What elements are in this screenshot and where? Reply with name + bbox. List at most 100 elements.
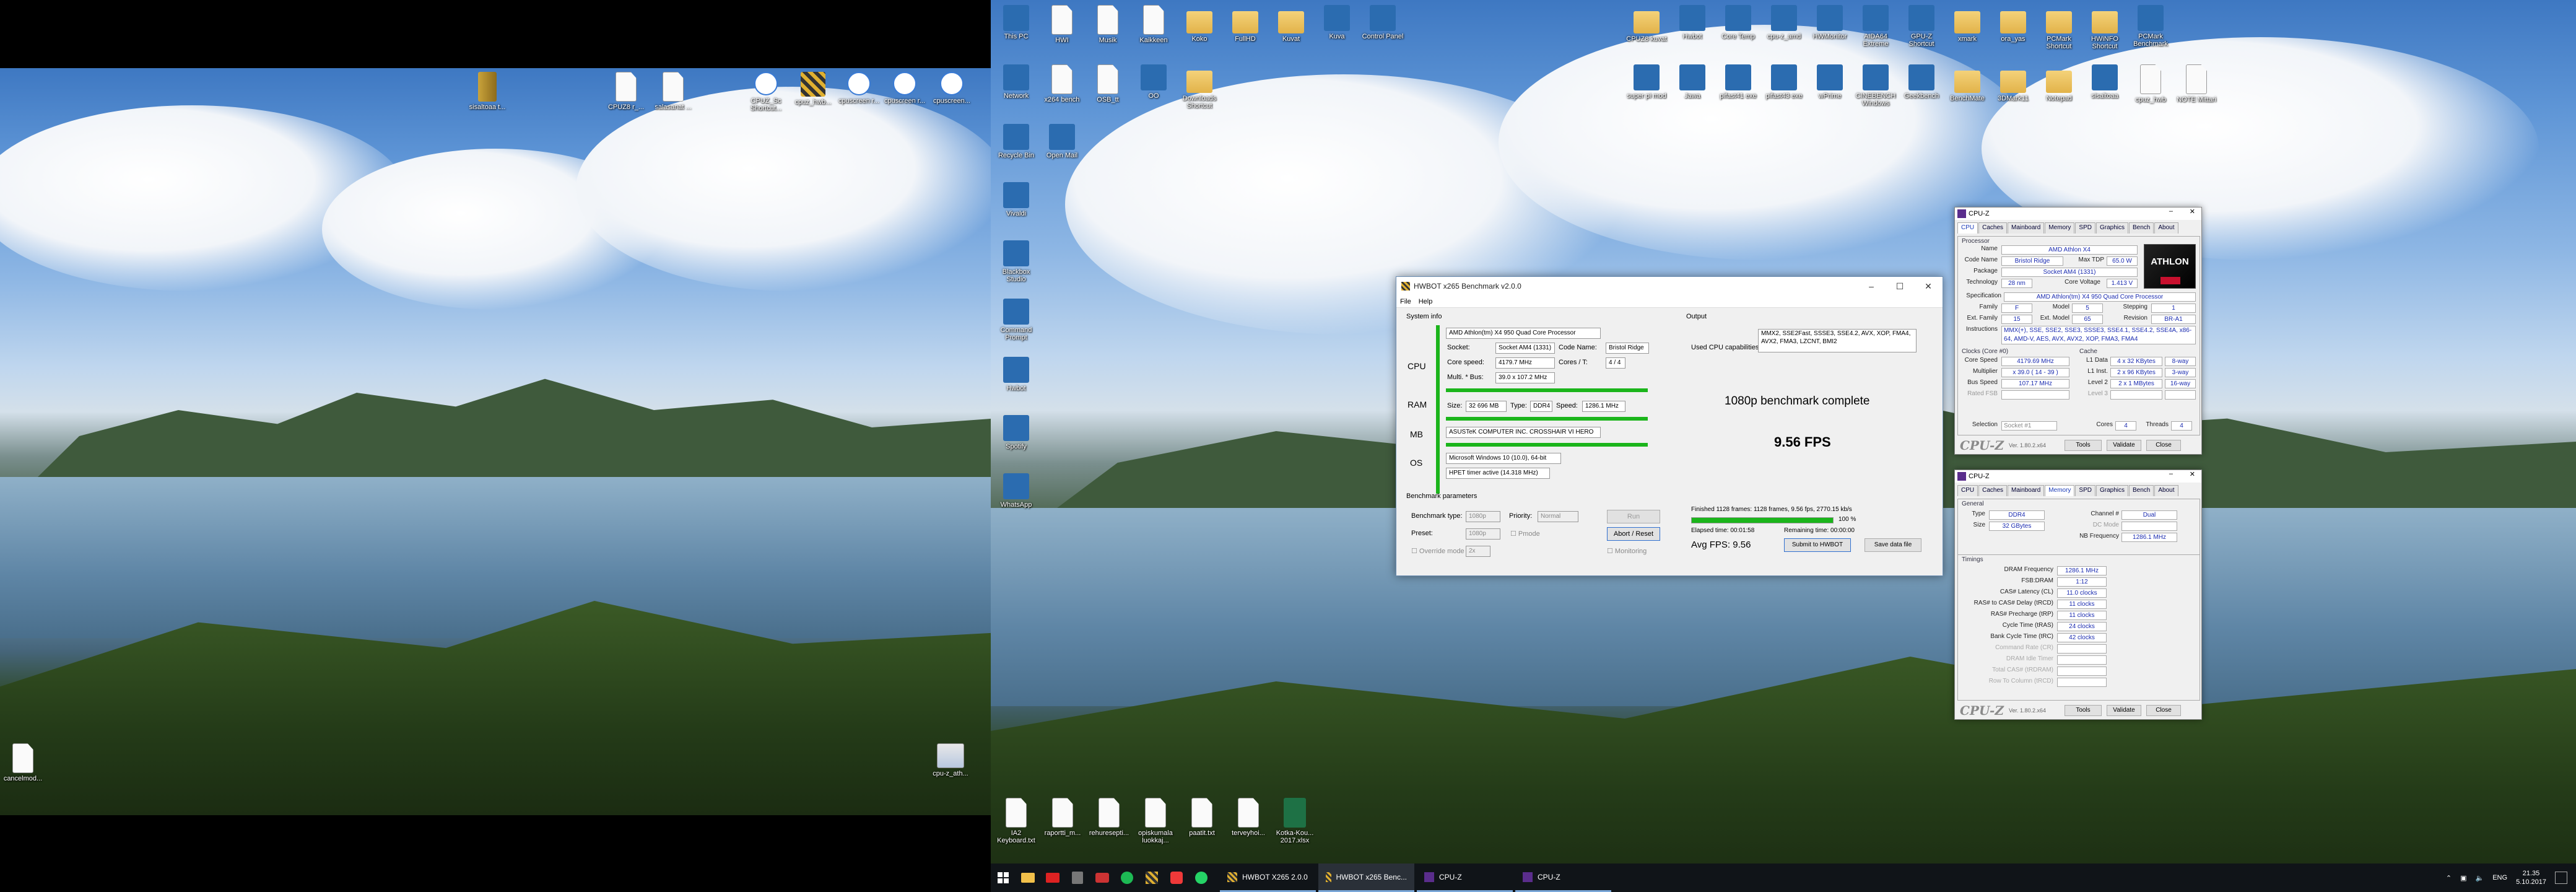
desktop-icon[interactable]: Hwbot: [993, 357, 1039, 416]
desktop-icon[interactable]: cpuscreen...: [929, 72, 975, 131]
desktop-icon[interactable]: cpu-z_amd: [1761, 5, 1807, 64]
desktop-icon[interactable]: Musik: [1085, 5, 1131, 64]
desktop-icon[interactable]: Recycle Bin: [993, 124, 1039, 183]
desktop-icon[interactable]: paatit.txt: [1179, 798, 1225, 857]
taskbar-whatsapp-icon[interactable]: [1189, 864, 1214, 892]
selection-dropdown[interactable]: Socket #1: [2001, 421, 2057, 431]
desktop-icon[interactable]: cpuscreen r...: [882, 72, 928, 131]
validate-button[interactable]: Validate: [2107, 705, 2141, 716]
bench-type-select[interactable]: 1080p: [1466, 511, 1500, 522]
taskbar-media-icon[interactable]: [1090, 864, 1115, 892]
tab-about[interactable]: About: [2154, 222, 2178, 234]
desktop-icon[interactable]: IA2 Keyboard.txt: [993, 798, 1039, 857]
desktop-icon[interactable]: Command Prompt: [993, 299, 1039, 358]
desktop-icon[interactable]: NOTE Mittari: [2174, 64, 2219, 124]
taskbar-window-button[interactable]: CPU-Z: [1417, 864, 1513, 892]
tab-cpu[interactable]: CPU: [1957, 222, 1978, 234]
preset-select[interactable]: 1080p: [1466, 528, 1500, 540]
desktop-icon[interactable]: wPrime: [1807, 64, 1853, 124]
taskbar-mail-icon[interactable]: [1040, 864, 1065, 892]
network-icon[interactable]: ▣: [2460, 874, 2466, 882]
desktop-icon[interactable]: This PC: [993, 5, 1039, 64]
override-checkbox[interactable]: ☐ Override mode: [1411, 547, 1464, 555]
desktop-icon[interactable]: Kotka-Kou... 2017.xlsx: [1272, 798, 1318, 857]
desktop-icon[interactable]: FullHD: [1222, 5, 1268, 64]
desktop-icon[interactable]: AIDA64 Extreme: [1853, 5, 1899, 64]
close-button[interactable]: ✕: [2190, 470, 2195, 478]
override-select[interactable]: 2x: [1466, 546, 1490, 557]
desktop-icon[interactable]: CPUZ8 kuvat: [1624, 5, 1669, 64]
desktop-icon[interactable]: GPU-Z Shortcut: [1899, 5, 1944, 64]
menu-help[interactable]: Help: [1419, 298, 1433, 305]
close-button[interactable]: Close: [2146, 705, 2181, 716]
desktop-icon[interactable]: cpuz_hwb: [2128, 64, 2174, 124]
desktop-icon[interactable]: PCMark Benchmark: [2128, 5, 2174, 64]
desktop-icon[interactable]: cpuscreen r...: [836, 72, 882, 131]
desktop-icon[interactable]: xmark: [1944, 5, 1990, 64]
language-indicator[interactable]: ENG: [2492, 874, 2507, 881]
monitoring-checkbox[interactable]: ☐ Monitoring: [1607, 547, 1647, 555]
desktop-icon[interactable]: super pi mod: [1624, 64, 1669, 124]
volume-icon[interactable]: 🔈: [2476, 874, 2484, 882]
start-button[interactable]: [991, 864, 1016, 892]
validate-button[interactable]: Validate: [2107, 440, 2141, 451]
desktop-icon[interactable]: HWiNFO Shortcut: [2082, 5, 2128, 64]
desktop-icon[interactable]: pifast41 exe: [1715, 64, 1761, 124]
notifications-icon[interactable]: [2555, 872, 2567, 884]
chevron-up-icon[interactable]: ⌃: [2446, 874, 2452, 882]
tab-bench[interactable]: Bench: [2129, 485, 2154, 496]
desktop-icon[interactable]: pifast43 exe: [1761, 64, 1807, 124]
desktop-icon[interactable]: rehuresepti...: [1086, 798, 1132, 857]
desktop-icon[interactable]: Koko: [1177, 5, 1222, 64]
desktop-icon[interactable]: OO: [1131, 64, 1177, 124]
desktop-icon[interactable]: CPUZ8 r_...: [603, 72, 649, 131]
desktop-icon[interactable]: CPUZ_Sc Shortcut...: [743, 72, 789, 131]
desktop-icon[interactable]: sisaltoaa: [2082, 64, 2128, 124]
desktop-icon[interactable]: cpu-z_ath...: [928, 743, 973, 803]
close-button[interactable]: Close: [2146, 440, 2181, 451]
taskbar-vivaldi-icon[interactable]: [1164, 864, 1189, 892]
maximize-button[interactable]: ☐: [1886, 277, 1914, 295]
tab-memory[interactable]: Memory: [2045, 485, 2075, 496]
tools-button[interactable]: Tools: [2065, 440, 2102, 451]
tab-caches[interactable]: Caches: [1978, 485, 2008, 496]
minimize-button[interactable]: –: [2169, 470, 2173, 478]
taskbar-window-button[interactable]: HWBOT x265 Benc...: [1318, 864, 1414, 892]
desktop-icon[interactable]: x264 bench: [1039, 64, 1085, 124]
desktop-icon[interactable]: cancelmod...: [0, 743, 46, 803]
desktop-icon[interactable]: Hwbot: [1669, 5, 1715, 64]
priority-select[interactable]: Normal: [1538, 511, 1578, 522]
desktop-icon[interactable]: Control Panel: [1360, 5, 1406, 64]
desktop-icon[interactable]: Notepad: [2036, 64, 2082, 124]
minimize-button[interactable]: –: [2169, 208, 2173, 215]
desktop-icon[interactable]: OSB_tt: [1085, 64, 1131, 124]
desktop-icon[interactable]: CINEBENCH Windows: [1853, 64, 1899, 124]
pmode-checkbox[interactable]: ☐ Pmode: [1510, 530, 1540, 538]
desktop-icon[interactable]: raportti_m...: [1040, 798, 1086, 857]
desktop-icon[interactable]: sisaltoaa t...: [464, 72, 510, 131]
taskbar-folder-icon[interactable]: [1016, 864, 1040, 892]
tab-mainboard[interactable]: Mainboard: [2008, 222, 2045, 234]
desktop-icon[interactable]: Geekbench: [1899, 64, 1944, 124]
desktop-icon[interactable]: Kuva: [1314, 5, 1360, 64]
desktop-icon[interactable]: 3DMark11: [1990, 64, 2036, 124]
minimize-button[interactable]: –: [1857, 277, 1886, 295]
tab-graphics[interactable]: Graphics: [2095, 222, 2128, 234]
close-button[interactable]: ✕: [2190, 208, 2195, 216]
desktop-icon[interactable]: Network: [993, 64, 1039, 124]
desktop-icon[interactable]: PCMark Shortcut: [2036, 5, 2082, 64]
submit-hwbot-button[interactable]: Submit to HWBOT: [1784, 538, 1851, 552]
desktop-icon[interactable]: Downloads Shortcut: [1177, 64, 1222, 124]
desktop-icon[interactable]: HWI: [1039, 5, 1085, 64]
tab-spd[interactable]: SPD: [2075, 222, 2095, 234]
desktop-icon[interactable]: Spotify: [993, 415, 1039, 474]
desktop-icon[interactable]: Vivaldi: [993, 182, 1039, 242]
taskbar-hwbot-icon[interactable]: [1139, 864, 1164, 892]
tab-memory[interactable]: Memory: [2045, 222, 2075, 234]
desktop-icon[interactable]: Blackbox Studio: [993, 240, 1039, 300]
desktop-icon[interactable]: Kaikkeen: [1131, 5, 1177, 64]
desktop-icon[interactable]: Jawa: [1669, 64, 1715, 124]
desktop-icon[interactable]: HWMonitor: [1807, 5, 1853, 64]
save-data-button[interactable]: Save data file: [1865, 538, 1921, 552]
run-button[interactable]: Run: [1607, 510, 1660, 523]
